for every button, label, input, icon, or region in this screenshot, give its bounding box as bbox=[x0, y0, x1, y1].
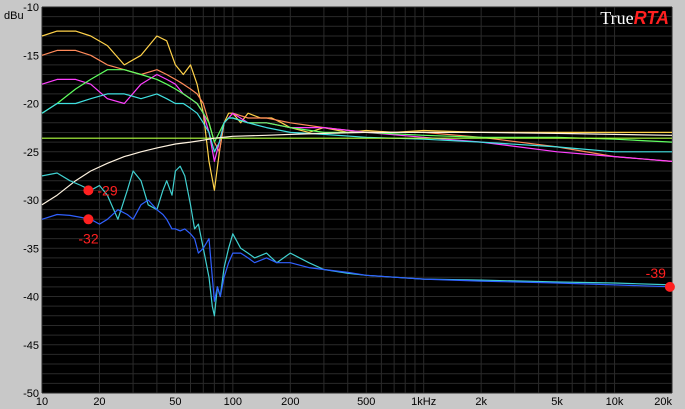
grid-layer bbox=[41, 6, 673, 394]
truerta-logo: TrueRTA bbox=[600, 8, 669, 29]
data-marker bbox=[664, 281, 675, 292]
x-tick-label: 1kHz bbox=[411, 396, 436, 408]
y-tick-label: -45 bbox=[23, 340, 39, 352]
x-tick-label: 100 bbox=[224, 396, 242, 408]
x-tick-label: 200 bbox=[281, 396, 299, 408]
y-tick-label: -35 bbox=[23, 243, 39, 255]
rta-chart: -29 -32 -39 10 20 50 100 200 500 1kHz 2k 5k 10k 20k -… bbox=[0, 0, 685, 409]
y-tick-label: -20 bbox=[23, 99, 39, 111]
logo-text-prefix: True bbox=[600, 8, 634, 28]
rta-plot-svg: -29-32-39 10 20 50 100 200 500 1kHz 2k 5k 10k 20k-… bbox=[4, 2, 675, 408]
y-tick-label: -30 bbox=[23, 195, 39, 207]
y-tick-label: -25 bbox=[23, 147, 39, 159]
x-tick-label: 2k bbox=[475, 396, 487, 408]
y-tick-label: -15 bbox=[23, 50, 39, 62]
x-tick-label: 500 bbox=[357, 396, 375, 408]
x-tick-label: 20k bbox=[654, 396, 672, 408]
x-tick-label: 20 bbox=[93, 396, 105, 408]
x-tick-label: 5k bbox=[551, 396, 563, 408]
data-marker-label: -32 bbox=[78, 230, 98, 246]
x-tick-label: 10k bbox=[606, 396, 624, 408]
y-axis-unit-label: dBu bbox=[4, 10, 24, 22]
y-tick-label: -40 bbox=[23, 292, 39, 304]
logo-text-accent: RTA bbox=[633, 8, 669, 28]
y-tick-label: -50 bbox=[23, 388, 39, 400]
y-tick-label: -10 bbox=[23, 2, 39, 14]
data-marker bbox=[83, 214, 94, 225]
x-tick-label: 50 bbox=[169, 396, 181, 408]
data-marker-label: -39 bbox=[646, 265, 666, 281]
data-marker-label: -29 bbox=[97, 182, 117, 198]
data-marker bbox=[83, 185, 94, 196]
